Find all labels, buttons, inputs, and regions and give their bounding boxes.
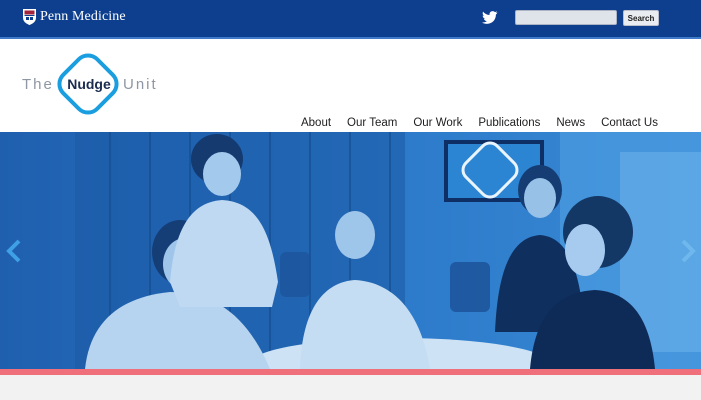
twitter-bird-icon[interactable] [482, 11, 498, 24]
logo-unit-text: Unit [123, 76, 158, 93]
penn-medicine-brand[interactable]: Penn Medicine [23, 9, 126, 25]
logo-nudge-text: Nudge [67, 76, 111, 92]
nav-our-work[interactable]: Our Work [413, 117, 462, 129]
logo-the-text: The [22, 76, 54, 93]
top-bar: Penn Medicine Search [0, 0, 701, 39]
hero-banner [0, 132, 701, 369]
nav-contact-us[interactable]: Contact Us [601, 117, 658, 129]
nav-news[interactable]: News [556, 117, 585, 129]
brand-name: Penn Medicine [40, 9, 126, 24]
main-nav: About Our Team Our Work Publications New… [285, 117, 658, 129]
search-button[interactable]: Search [623, 10, 659, 26]
search-input[interactable] [515, 10, 617, 25]
team-photo [0, 132, 701, 369]
carousel-prev-arrow-icon[interactable] [6, 239, 22, 263]
penn-shield-icon [23, 9, 36, 25]
content-area [0, 375, 701, 400]
nav-about[interactable]: About [301, 117, 331, 129]
nav-publications[interactable]: Publications [478, 117, 540, 129]
nav-our-team[interactable]: Our Team [347, 117, 397, 129]
nudge-unit-logo[interactable]: The Nudge Unit [22, 50, 172, 120]
carousel-next-arrow-icon[interactable] [680, 239, 696, 263]
